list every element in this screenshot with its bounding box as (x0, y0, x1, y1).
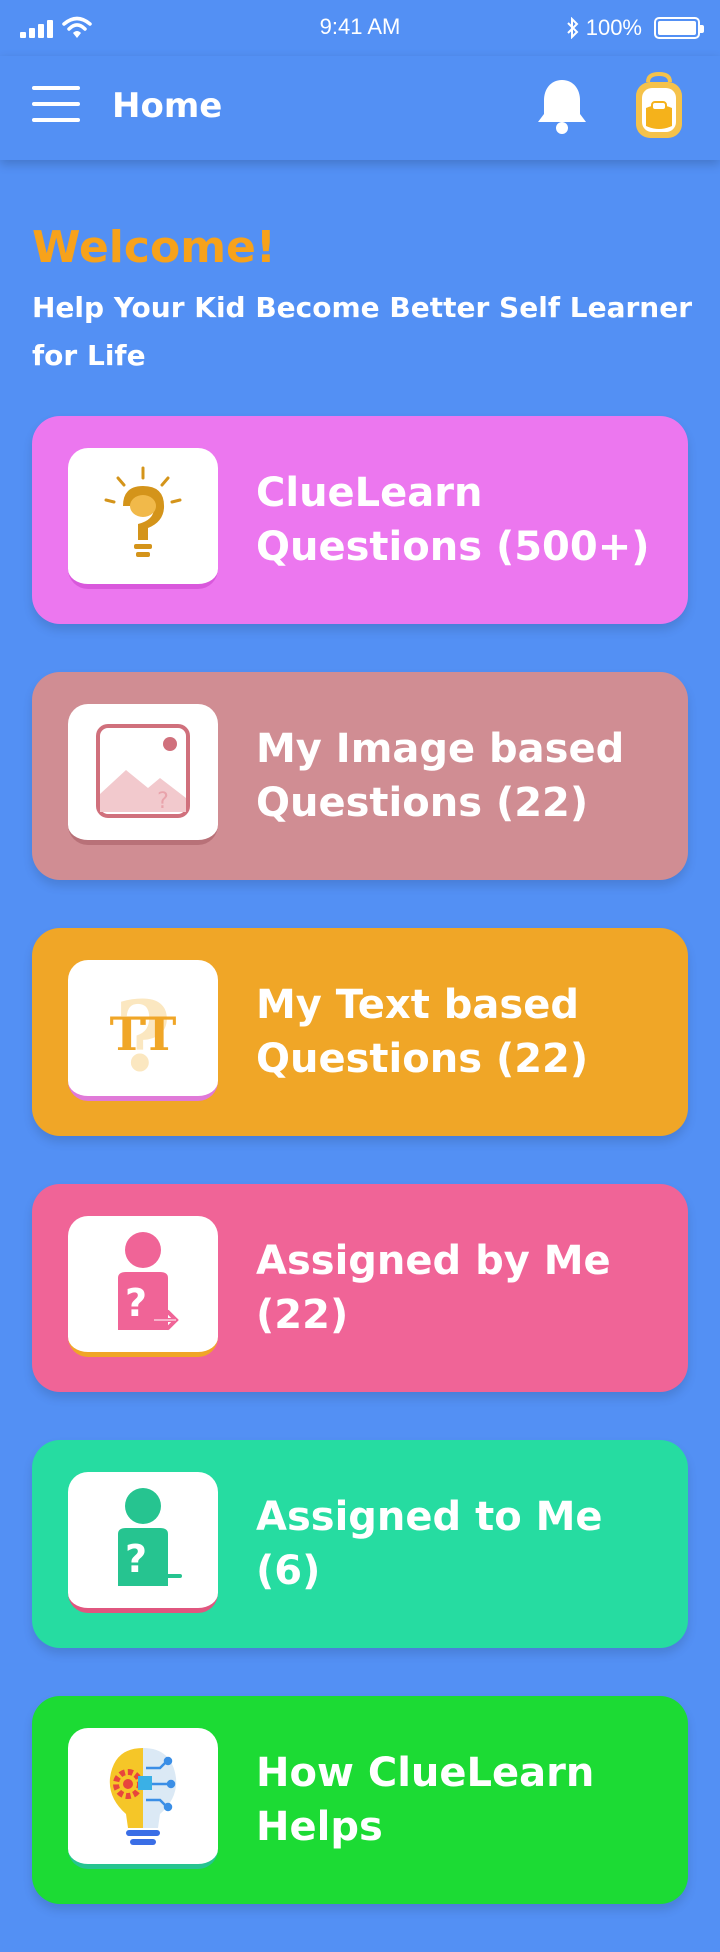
status-bar: 9:41 AM 100% (0, 0, 720, 56)
card-cluelearn-questions[interactable]: ClueLearn Questions (500+) (32, 416, 688, 624)
icon-tile: ? (68, 704, 218, 845)
svg-text:TT: TT (110, 1007, 177, 1061)
card-how-cluelearn-helps[interactable]: How ClueLearn Helps (32, 1696, 688, 1904)
svg-text:?: ? (125, 1281, 147, 1325)
menu-icon[interactable] (32, 86, 80, 126)
icon-tile (68, 1728, 218, 1869)
svg-text:?: ? (125, 1537, 147, 1581)
card-label: Assigned to Me (6) (256, 1494, 603, 1594)
welcome-subtitle: Help Your Kid Become Better Self Learner… (32, 291, 693, 372)
bluetooth-icon (567, 17, 579, 39)
battery-percent: 100% (585, 15, 642, 40)
nav-bar: Home (0, 56, 720, 160)
card-assigned-by-me[interactable]: ? Assigned by Me (22) (32, 1184, 688, 1392)
notification-bell-icon[interactable] (534, 76, 590, 136)
card-label: My Image based Questions (22) (256, 726, 625, 826)
card-label: Assigned by Me (22) (256, 1238, 611, 1338)
welcome-heading: Welcome! (32, 222, 276, 273)
card-image-questions[interactable]: ? My Image based Questions (22) (32, 672, 688, 880)
page-title: Home (112, 86, 223, 126)
svg-text:?: ? (157, 789, 169, 814)
text-question-icon: ? TT (110, 980, 177, 1093)
image-question-icon: ? (96, 724, 190, 818)
person-question-in-icon: ? (118, 1488, 182, 1586)
card-label: How ClueLearn Helps (256, 1750, 595, 1850)
icon-tile: ? (68, 1216, 218, 1357)
idea-bulb-icon (109, 1748, 177, 1845)
card-label: ClueLearn Questions (500+) (256, 470, 650, 570)
card-assigned-to-me[interactable]: ? Assigned to Me (6) (32, 1440, 688, 1648)
icon-tile (68, 448, 218, 589)
card-text-questions[interactable]: ? TT My Text based Questions (22) (32, 928, 688, 1136)
lightbulb-brain-icon (104, 466, 182, 557)
icon-tile: ? (68, 1472, 218, 1613)
battery-icon (654, 17, 704, 39)
backpack-icon[interactable] (630, 72, 688, 140)
card-label: My Text based Questions (22) (256, 982, 589, 1082)
icon-tile: ? TT (68, 960, 218, 1101)
person-question-out-icon: ? (118, 1232, 179, 1330)
